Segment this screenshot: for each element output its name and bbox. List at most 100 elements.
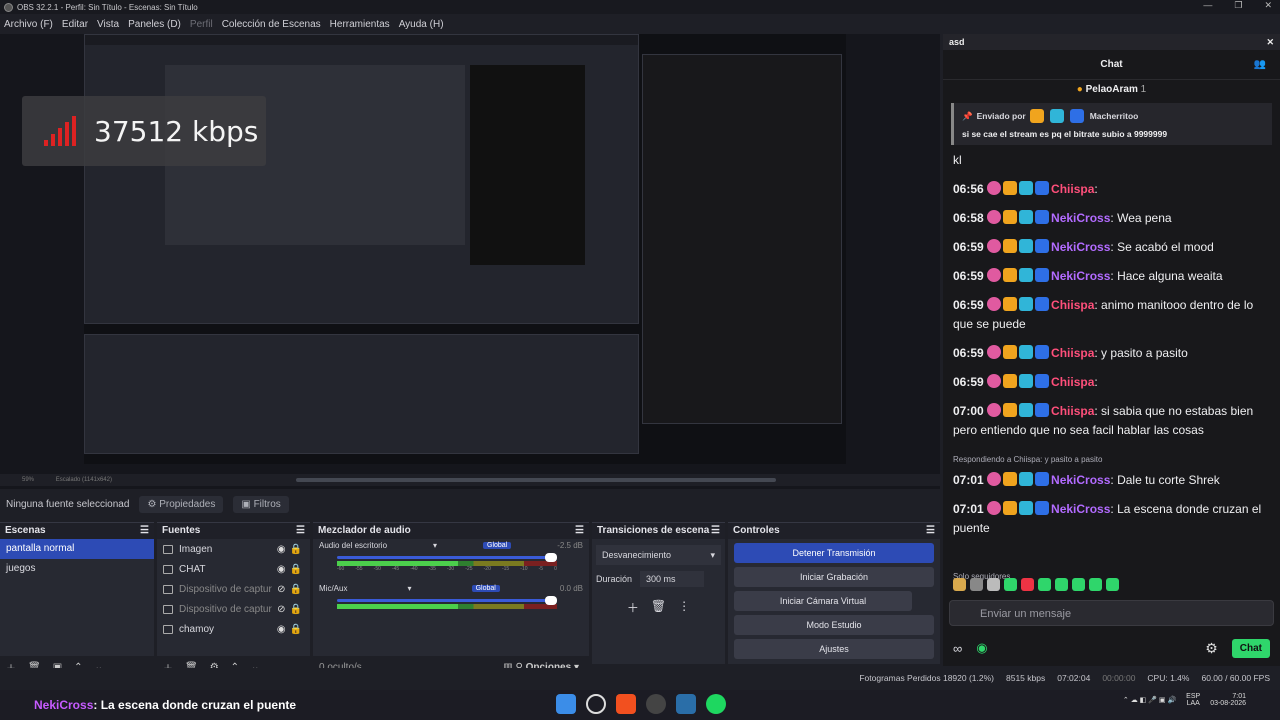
timestamp: 07:01 [953, 502, 984, 516]
image-icon [163, 624, 173, 634]
close-icon[interactable]: ✕ [1266, 34, 1274, 50]
source-item[interactable]: Dispositivo de captur ⊘ 🔒 [157, 579, 310, 599]
filters-button[interactable]: ▣ Filtros [233, 495, 289, 513]
preview-scrollbar[interactable]: 59% Escalado (1141x642) [0, 474, 940, 486]
scene-item[interactable]: pantalla normal [0, 539, 154, 559]
source-item[interactable]: Imagen ◉ 🔒 [157, 539, 310, 559]
start-recording-button[interactable]: Iniciar Grabación [734, 567, 934, 587]
source-item[interactable]: chamoy ◉ 🔒 [157, 619, 310, 639]
obs-icon[interactable] [646, 694, 666, 714]
minimize-icon[interactable]: — [1203, 0, 1212, 11]
scale-label: Escalado (1141x642) [55, 477, 112, 483]
lock-icon[interactable]: 🔒 [290, 624, 302, 635]
lock-icon[interactable]: 🔒 [290, 604, 302, 615]
more-icon[interactable]: ⋮ [678, 599, 690, 616]
virtual-camera-button[interactable]: Iniciar Cámara Virtual [734, 591, 912, 611]
dock-menu-icon[interactable]: ☰ [926, 523, 935, 539]
source-label: CHAT [179, 563, 206, 575]
menu-editar[interactable]: Editar [62, 19, 88, 30]
users-icon[interactable]: 👥 [1254, 50, 1266, 80]
channel-menu-icon[interactable]: ▾ [408, 584, 412, 593]
spotify-icon[interactable] [706, 694, 726, 714]
preview-area[interactable]: 37512 kbps 59% Escalado (1141x642) [0, 34, 940, 489]
no-source-label: Ninguna fuente seleccionad [6, 498, 130, 510]
windows-start-icon[interactable] [556, 694, 576, 714]
menu-herramientas[interactable]: Herramientas [330, 19, 390, 30]
dock-menu-icon[interactable]: ☰ [140, 523, 149, 539]
slider-knob[interactable] [545, 553, 557, 562]
chat-username[interactable]: NekiCross [1051, 240, 1110, 254]
pinned-text: si se cae el stream es pq el bitrate sub… [962, 129, 1168, 139]
emote-icon[interactable]: ◉ [976, 640, 987, 656]
studio-mode-button[interactable]: Modo Estudio [734, 615, 934, 635]
search-icon[interactable] [586, 694, 606, 714]
settings-button[interactable]: Ajustes [734, 639, 934, 659]
lock-icon[interactable]: 🔒 [290, 564, 302, 575]
chat-message: 06:59 Chiispa: [953, 373, 1270, 392]
volume-slider[interactable] [337, 596, 557, 605]
scroll-thumb[interactable] [296, 478, 776, 482]
eye-icon[interactable]: ◉ [277, 564, 286, 575]
eye-hidden-icon[interactable]: ⊘ [277, 604, 285, 615]
chat-username[interactable]: Chiispa [1051, 404, 1094, 418]
duration-input[interactable]: 300 ms [640, 571, 705, 587]
chat-username[interactable]: Chiispa [1051, 375, 1094, 389]
source-item[interactable]: Dispositivo de captur ⊘ 🔒 [157, 599, 310, 619]
dock-menu-icon[interactable]: ☰ [296, 523, 305, 539]
menu-paneles[interactable]: Paneles (D) [128, 19, 181, 30]
stream-time: 07:02:04 [1057, 673, 1091, 683]
lock-icon[interactable]: 🔒 [290, 544, 302, 555]
chat-send-button[interactable]: Chat [1231, 638, 1270, 658]
dock-menu-icon[interactable]: ☰ [575, 523, 584, 539]
eye-icon[interactable]: ◉ [277, 624, 286, 635]
brave-icon[interactable] [616, 694, 636, 714]
chat-username[interactable]: NekiCross [1051, 211, 1110, 225]
scene-item[interactable]: juegos [0, 559, 154, 579]
ticker-msg: : La escena donde cruzan el puente [93, 698, 297, 712]
taskbar-apps [556, 694, 726, 714]
channel-menu-icon[interactable]: ▾ [433, 541, 437, 550]
pinned-message[interactable]: 📌 Enviado por Macherritoo si se cae el str… [951, 103, 1272, 145]
channel-db: -2.5 dB [557, 541, 583, 550]
filters-label: Filtros [253, 498, 281, 510]
menu-vista[interactable]: Vista [97, 19, 119, 30]
eye-hidden-icon[interactable]: ⊘ [277, 584, 285, 595]
chat-input[interactable]: Enviar un mensaje [949, 600, 1274, 626]
clock[interactable]: 7:01 [1210, 693, 1246, 700]
chat-username[interactable]: NekiCross [1051, 502, 1110, 516]
timestamp: 06:59 [953, 346, 984, 360]
stop-stream-button[interactable]: Detener Transmisión [734, 543, 934, 563]
points-icon[interactable]: ∞ [953, 641, 962, 656]
gear-icon[interactable]: ⚙ [1205, 640, 1218, 657]
maximize-icon[interactable]: ❐ [1234, 0, 1242, 11]
menu-coleccion[interactable]: Colección de Escenas [222, 19, 321, 30]
chevron-down-icon: ▾ [710, 550, 715, 560]
trash-icon[interactable]: 🗑 [651, 599, 666, 616]
menu-archivo[interactable]: Archivo (F) [4, 19, 53, 30]
eye-icon[interactable]: ◉ [277, 544, 286, 555]
properties-button[interactable]: ⚙ Propiedades [139, 495, 224, 513]
tray-icons[interactable]: ⌃ ☁ ◧ 🎤 ▣ 🔊 [1123, 696, 1176, 704]
dock-menu-icon[interactable]: ☰ [711, 523, 720, 539]
source-item[interactable]: CHAT ◉ 🔒 [157, 559, 310, 579]
chat-username[interactable]: NekiCross [1051, 269, 1110, 283]
chat-username[interactable]: Chiispa [1051, 346, 1094, 360]
chat-message: 07:00 Chiispa: si sabia que no estabas b… [953, 402, 1270, 440]
close-icon[interactable]: ✕ [1264, 0, 1272, 11]
nested-chat-panel [642, 54, 842, 424]
duration-label: Duración [596, 574, 633, 584]
lang[interactable]: ESP [1186, 693, 1200, 700]
rec-time: 00:00:00 [1102, 673, 1136, 683]
steam-icon[interactable] [676, 694, 696, 714]
chat-username[interactable]: Chiispa [1051, 182, 1094, 196]
chat-username[interactable]: Chiispa [1051, 298, 1094, 312]
lock-icon[interactable]: 🔒 [290, 584, 302, 595]
add-icon[interactable]: ＋ [627, 599, 639, 616]
transition-select[interactable]: Desvanecimiento ▾ [596, 545, 721, 565]
volume-slider[interactable] [337, 553, 557, 562]
pinned-user: Macherritoo [1089, 111, 1139, 121]
menu-ayuda[interactable]: Ayuda (H) [399, 19, 444, 30]
slider-knob[interactable] [545, 596, 557, 605]
menu-perfil[interactable]: Perfil [190, 19, 213, 30]
chat-username[interactable]: NekiCross [1051, 473, 1110, 487]
